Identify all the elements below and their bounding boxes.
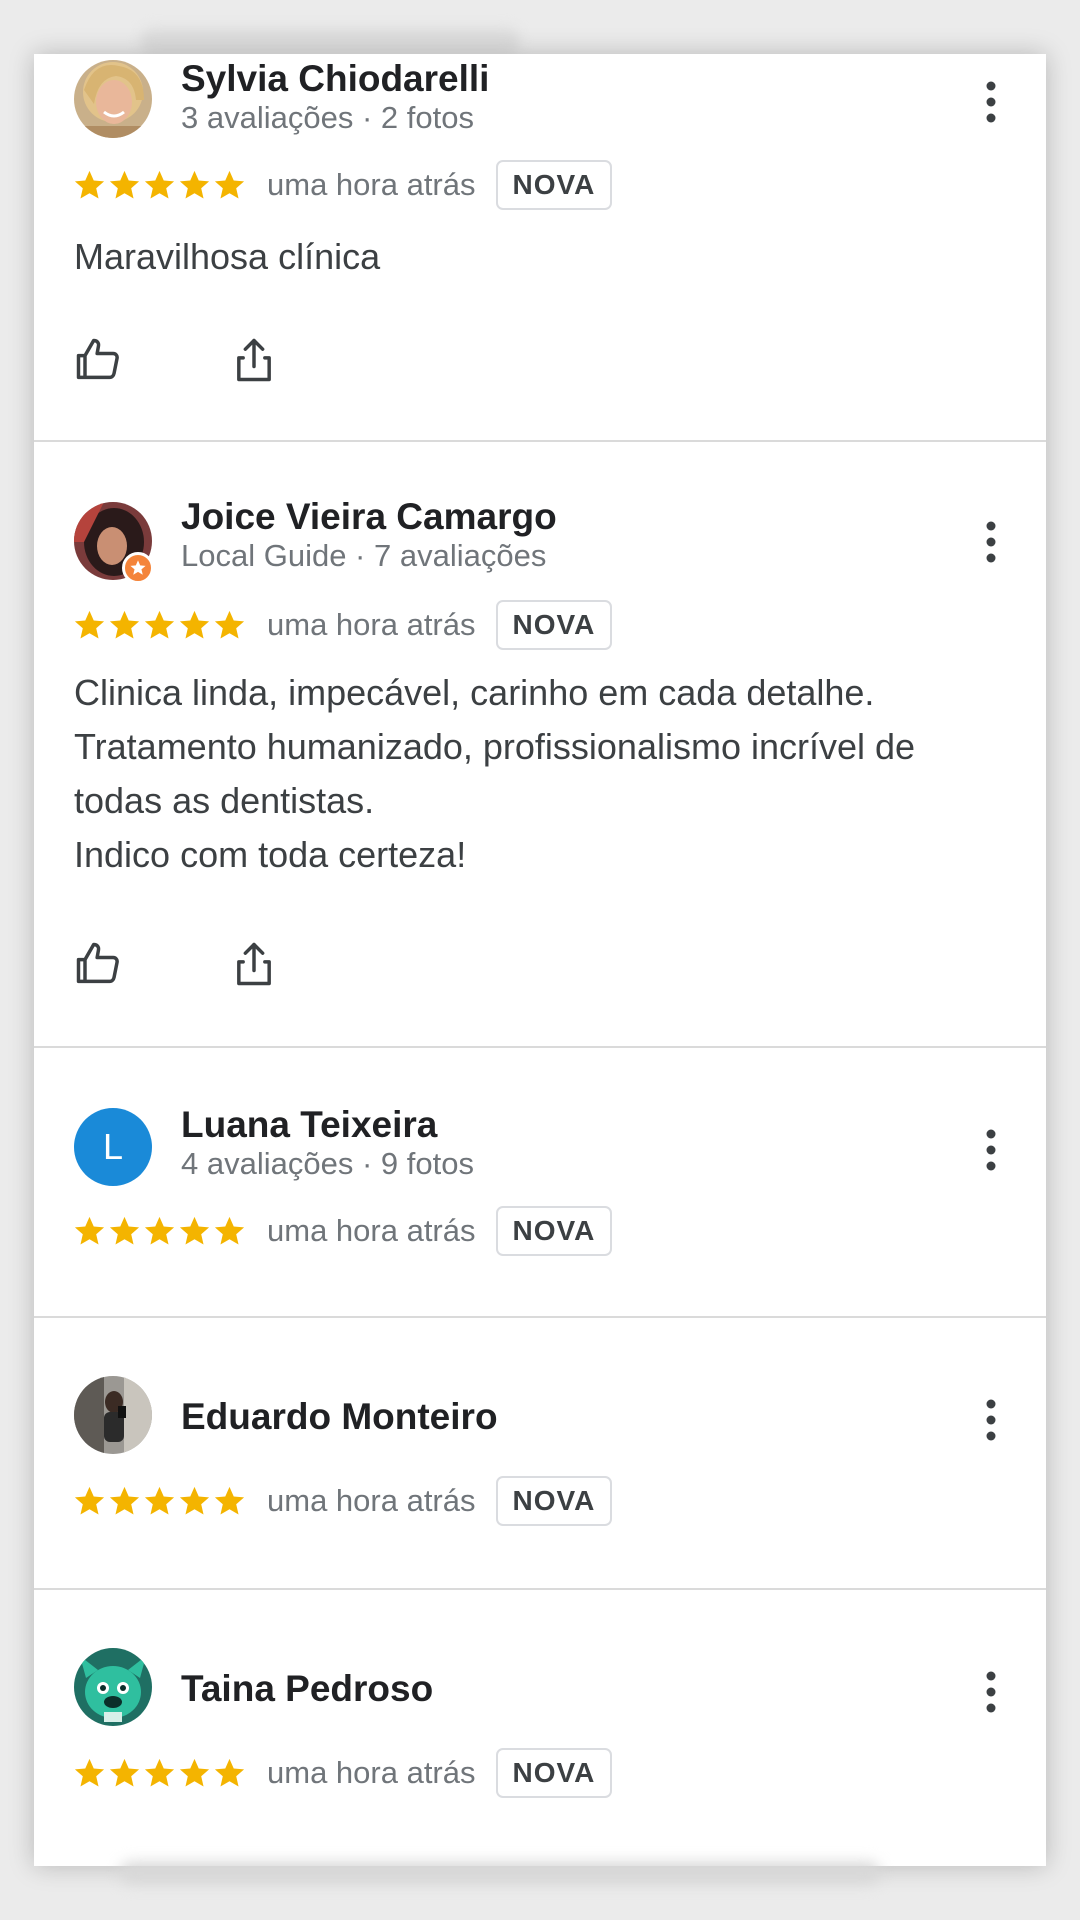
share-icon: [237, 338, 271, 382]
star-icon: [109, 170, 140, 198]
star-icon: [74, 170, 105, 198]
more-vert-icon: [986, 81, 996, 123]
more-vert-icon: [986, 521, 996, 563]
like-button[interactable]: [72, 334, 124, 386]
review-time: uma hora atrás: [267, 1213, 476, 1248]
review-item: Sylvia Chiodarelli 3 avaliações · 2 foto…: [34, 54, 1046, 442]
more-options-button[interactable]: [974, 1394, 1008, 1446]
star-icon: [214, 170, 245, 198]
avatar-photo: [74, 60, 152, 138]
star-rating: [72, 168, 247, 203]
star-icon: [74, 1216, 105, 1244]
star-icon: [144, 1758, 175, 1786]
star-icon: [109, 1486, 140, 1514]
reviewer-meta: 4 avaliações · 9 fotos: [181, 1146, 474, 1181]
star-icon: [74, 1486, 105, 1514]
review-text-line: Indico com toda certeza!: [74, 834, 467, 875]
reviewer-avatar[interactable]: [74, 60, 152, 138]
star-icon: [144, 170, 175, 198]
more-options-button[interactable]: [974, 76, 1008, 128]
star-icon: [214, 1216, 245, 1244]
more-vert-icon: [986, 1671, 996, 1713]
reviewer-avatar[interactable]: [74, 1376, 152, 1454]
star-icon: [214, 1486, 245, 1514]
rating-row: uma hora atrás NOVA: [72, 1474, 613, 1528]
reviewer-name[interactable]: Eduardo Monteiro: [181, 1396, 498, 1438]
reviewer-meta: 3 avaliações · 2 fotos: [181, 100, 474, 135]
review-item: Joice Vieira Camargo Local Guide · 7 ava…: [34, 442, 1046, 1048]
star-icon: [179, 170, 210, 198]
rating-row: uma hora atrás NOVA: [72, 598, 613, 652]
review-time: uma hora atrás: [267, 1483, 476, 1518]
reviewer-name[interactable]: Joice Vieira Camargo: [181, 496, 557, 538]
star-icon: [109, 1216, 140, 1244]
star-icon: [144, 1486, 175, 1514]
avatar-photo: [74, 1376, 152, 1454]
share-icon: [237, 942, 271, 986]
review-text-line: Tratamento humanizado, profissionalismo …: [74, 726, 916, 767]
star-icon: [74, 1758, 105, 1786]
review-text: Clinica linda, impecável, carinho em cad…: [74, 666, 1024, 882]
reviews-panel: Sylvia Chiodarelli 3 avaliações · 2 foto…: [34, 54, 1046, 1866]
review-text-line: todas as dentistas.: [74, 780, 375, 821]
more-vert-icon: [986, 1129, 996, 1171]
star-rating: [72, 1484, 247, 1519]
star-icon: [144, 1216, 175, 1244]
star-icon: [109, 610, 140, 638]
new-badge: NOVA: [495, 160, 613, 210]
thumb-up-icon: [76, 338, 119, 380]
review-item: Eduardo Monteiro uma hora atrás NOVA: [34, 1318, 1046, 1590]
review-item: L Luana Teixeira 4 avaliações · 9 fotos …: [34, 1048, 1046, 1318]
new-badge: NOVA: [495, 1206, 613, 1256]
reviewer-avatar[interactable]: L: [74, 1108, 152, 1186]
review-item: Taina Pedroso uma hora atrás NOVA: [34, 1590, 1046, 1866]
rating-row: uma hora atrás NOVA: [72, 1204, 613, 1258]
star-icon: [179, 1486, 210, 1514]
review-time: uma hora atrás: [267, 167, 476, 202]
review-time: uma hora atrás: [267, 607, 476, 642]
avatar-illustration: [74, 1648, 152, 1726]
reviewer-meta: Local Guide · 7 avaliações: [181, 538, 547, 573]
blurred-header-backdrop: [140, 28, 520, 54]
rating-row: uma hora atrás NOVA: [72, 158, 613, 212]
star-icon: [109, 1758, 140, 1786]
share-button[interactable]: [228, 334, 280, 386]
rating-row: uma hora atrás NOVA: [72, 1746, 613, 1800]
star-icon: [144, 610, 175, 638]
reviewer-name[interactable]: Sylvia Chiodarelli: [181, 58, 489, 100]
blurred-footer-backdrop: [120, 1862, 880, 1884]
star-icon: [74, 610, 105, 638]
more-vert-icon: [986, 1399, 996, 1441]
star-icon: [214, 1758, 245, 1786]
star-rating: [72, 608, 247, 643]
star-rating: [72, 1756, 247, 1791]
share-button[interactable]: [228, 938, 280, 990]
new-badge: NOVA: [495, 1748, 613, 1798]
new-badge: NOVA: [495, 1476, 613, 1526]
star-icon: [179, 1216, 210, 1244]
star-rating: [72, 1214, 247, 1249]
more-options-button[interactable]: [974, 1666, 1008, 1718]
review-text: Maravilhosa clínica: [74, 230, 1024, 284]
review-text-line: Maravilhosa clínica: [74, 236, 381, 277]
star-icon: [179, 610, 210, 638]
star-icon: [214, 610, 245, 638]
more-options-button[interactable]: [974, 1124, 1008, 1176]
local-guide-star-icon: [130, 560, 146, 575]
review-text-line: Clinica linda, impecável, carinho em cad…: [74, 672, 875, 713]
review-time: uma hora atrás: [267, 1755, 476, 1790]
reviewer-avatar[interactable]: [74, 1648, 152, 1726]
thumb-up-icon: [76, 942, 119, 984]
reviewer-name[interactable]: Taina Pedroso: [181, 1668, 433, 1710]
local-guide-badge: [122, 552, 154, 584]
reviewer-name[interactable]: Luana Teixeira: [181, 1104, 437, 1146]
star-icon: [179, 1758, 210, 1786]
like-button[interactable]: [72, 938, 124, 990]
new-badge: NOVA: [495, 600, 613, 650]
more-options-button[interactable]: [974, 516, 1008, 568]
